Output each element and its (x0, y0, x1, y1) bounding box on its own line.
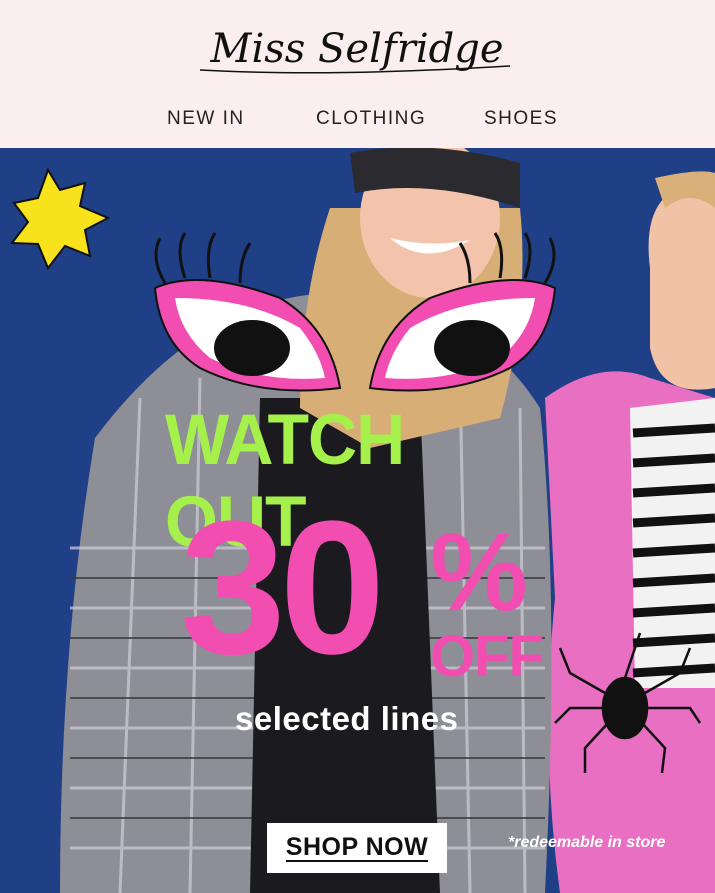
brand-logo-text: Miss Selfridge (210, 26, 504, 72)
site-header: Miss Selfridge NEW IN CLOTHING SHOES (0, 0, 715, 148)
shop-now-label: SHOP NOW (285, 833, 429, 862)
hero-banner[interactable]: WATCH OUT 30 % OFF selected lines SHOP N… (0, 148, 715, 893)
right-model-face (648, 183, 715, 390)
shop-now-button[interactable]: SHOP NOW (267, 823, 447, 873)
brand-logo[interactable]: Miss Selfridge (190, 22, 525, 82)
main-nav: NEW IN CLOTHING SHOES (0, 108, 715, 132)
redeemable-footnote: *redeemable in store (508, 834, 666, 851)
selected-lines-text: selected lines (235, 700, 459, 737)
nav-item-new-in[interactable]: NEW IN (167, 108, 245, 130)
discount-number: 30 (180, 482, 385, 694)
percent-sign: % (430, 511, 528, 634)
nav-item-shoes[interactable]: SHOES (484, 108, 558, 130)
off-label: OFF (430, 624, 544, 689)
nav-item-clothing[interactable]: CLOTHING (316, 108, 426, 130)
yellow-star (10, 167, 111, 270)
